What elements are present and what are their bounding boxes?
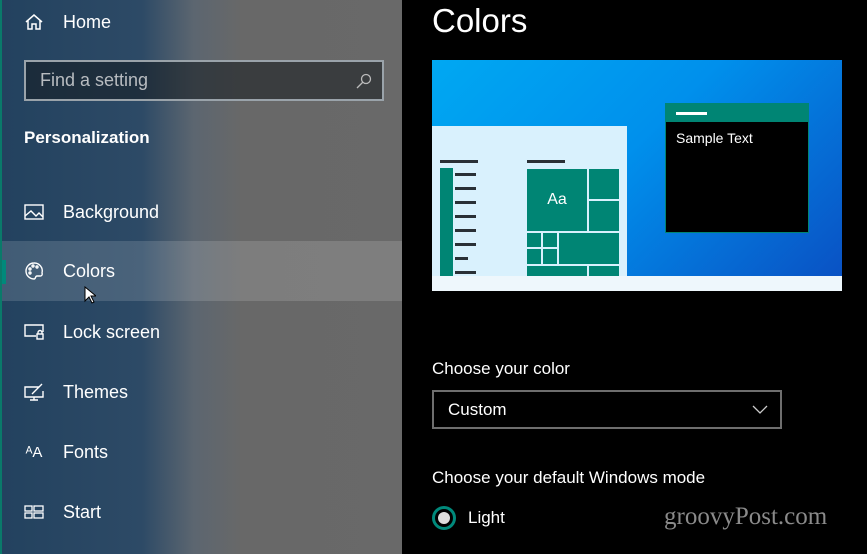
mouse-cursor-icon: [84, 286, 96, 304]
preview-taskbar: [432, 276, 842, 291]
watermark: groovyPost.com: [664, 503, 828, 530]
color-preview: Aa Sample Text: [432, 60, 842, 291]
nav-label: Lock screen: [63, 321, 161, 342]
start-icon: [23, 505, 45, 519]
nav-label: Fonts: [63, 441, 109, 462]
nav-fonts[interactable]: ᴬA Fonts: [2, 422, 402, 482]
choose-color-label: Choose your color: [432, 359, 570, 378]
chevron-down-icon: [752, 405, 768, 414]
dropdown-value: Custom: [448, 399, 507, 419]
nav-colors[interactable]: Colors: [2, 241, 402, 301]
nav-home-label: Home: [63, 11, 112, 32]
choose-color-dropdown[interactable]: Custom: [432, 390, 782, 429]
sidebar: Home Find a setting Personalization Back…: [0, 0, 402, 554]
nav-label: Background: [63, 201, 160, 222]
search-input[interactable]: Find a setting: [24, 60, 384, 101]
page-title: Colors: [432, 2, 528, 39]
sample-text: Sample Text: [676, 130, 753, 146]
themes-icon: [23, 383, 45, 401]
search-icon: [356, 73, 372, 88]
radio-button-icon: [432, 506, 456, 530]
fonts-icon: ᴬA: [25, 443, 43, 461]
nav-home[interactable]: Home: [2, 0, 402, 52]
home-icon: [23, 12, 45, 32]
nav-background[interactable]: Background: [2, 182, 402, 242]
lock-screen-icon: [23, 324, 45, 340]
windows-mode-label: Choose your default Windows mode: [432, 468, 706, 487]
nav-label: Start: [63, 501, 102, 522]
radio-light-label: Light: [468, 508, 505, 527]
nav-start[interactable]: Start: [2, 482, 402, 542]
preview-sample-window: Sample Text: [665, 103, 809, 233]
palette-icon: [23, 261, 45, 281]
image-icon: [23, 204, 45, 220]
preview-tile: Aa: [527, 169, 587, 231]
nav-lock-screen[interactable]: Lock screen: [2, 302, 402, 362]
search-placeholder: Find a setting: [40, 70, 149, 90]
nav-label: Colors: [63, 260, 116, 281]
radio-light[interactable]: Light: [432, 506, 505, 530]
nav-themes[interactable]: Themes: [2, 362, 402, 422]
preview-start-menu: Aa: [432, 126, 627, 276]
nav-label: Themes: [63, 381, 129, 402]
section-heading: Personalization: [24, 128, 150, 147]
